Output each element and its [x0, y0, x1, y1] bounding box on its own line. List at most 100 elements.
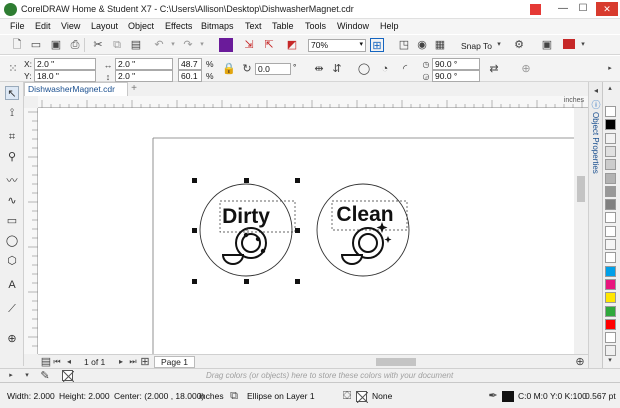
new-tab-button[interactable]: + — [128, 82, 140, 96]
menu-effects[interactable]: Effects — [165, 21, 192, 31]
dirty-magnet[interactable]: Dirty × — [192, 178, 300, 284]
application-launcher-icon[interactable]: ▣ — [540, 38, 554, 52]
horizontal-ruler[interactable]: inches — [38, 96, 588, 108]
menu-table[interactable]: Table — [272, 21, 294, 31]
import-icon[interactable]: ⇲ — [242, 38, 256, 52]
corel-connect-icon[interactable] — [219, 38, 233, 52]
clean-magnet[interactable]: Clean — [316, 183, 410, 277]
rectangle-tool-icon[interactable]: ▭ — [5, 214, 19, 228]
palette-swatch[interactable] — [605, 292, 616, 304]
color-well-options-icon[interactable]: ▸ — [6, 369, 16, 383]
undo-icon[interactable]: ↶ — [152, 38, 166, 52]
menu-text[interactable]: Text — [245, 21, 262, 31]
outline-color-swatch[interactable] — [502, 391, 514, 402]
pick-tool-icon[interactable]: ↖ — [5, 86, 19, 100]
launch-icon[interactable] — [563, 39, 575, 49]
shape-tool-icon[interactable]: ⟟ — [5, 106, 19, 120]
ellipse-mode-icon[interactable]: ◯ — [357, 62, 371, 76]
menu-help[interactable]: Help — [380, 21, 399, 31]
menu-window[interactable]: Window — [337, 21, 369, 31]
menu-tools[interactable]: Tools — [305, 21, 326, 31]
palette-swatch[interactable] — [605, 145, 616, 157]
fill-none-swatch[interactable] — [356, 391, 369, 404]
new-document-icon[interactable]: 🗋 — [10, 38, 24, 52]
pie-mode-icon[interactable]: ◔ — [378, 62, 392, 76]
full-screen-preview-icon[interactable]: ◳ — [397, 38, 411, 52]
palette-swatch[interactable] — [605, 278, 616, 290]
export-icon[interactable]: ⇱ — [262, 38, 276, 52]
drawing-canvas[interactable]: Dirty × Clean — [38, 108, 574, 354]
object-origin-icon[interactable]: ⁙ — [6, 62, 20, 76]
show-grid-icon[interactable]: ▦ — [433, 38, 447, 52]
menu-file[interactable]: File — [10, 21, 25, 31]
end-angle-field[interactable]: 90.0 ° — [432, 70, 480, 82]
options-icon[interactable]: ⚙ — [512, 38, 526, 52]
menu-layout[interactable]: Layout — [91, 21, 118, 31]
menu-bitmaps[interactable]: Bitmaps — [201, 21, 234, 31]
menu-object[interactable]: Object — [128, 21, 154, 31]
last-page-icon[interactable]: ⏭ — [128, 355, 138, 369]
start-angle-field[interactable]: 90.0 ° — [432, 58, 480, 70]
launch-dropdown-icon[interactable]: ▾ — [576, 38, 590, 52]
hints-icon[interactable]: ⓘ — [590, 98, 602, 112]
cut-icon[interactable]: ✂ — [91, 38, 105, 52]
add-preset-icon[interactable]: ⊕ — [519, 62, 533, 76]
palette-swatch[interactable] — [605, 172, 616, 184]
print-icon[interactable]: ⎙ — [68, 38, 82, 52]
page-tab[interactable]: Page 1 — [154, 356, 195, 368]
y-position-field[interactable]: 18.0 " — [34, 70, 96, 82]
previous-page-icon[interactable]: ◂ — [64, 355, 74, 369]
next-page-icon[interactable]: ▸ — [116, 355, 126, 369]
crop-tool-icon[interactable]: ⌗ — [5, 130, 19, 144]
palette-swatch[interactable] — [605, 185, 616, 197]
polygon-tool-icon[interactable]: ⬡ — [5, 254, 19, 268]
show-rulers-icon[interactable]: ◉ — [415, 38, 429, 52]
height-field[interactable]: 2.0 " — [115, 70, 173, 82]
menu-edit[interactable]: Edit — [35, 21, 51, 31]
snap-to-label[interactable]: Snap To — [461, 41, 492, 51]
rotation-field[interactable]: 0.0 — [255, 63, 291, 75]
add-tool-icon[interactable]: ⊕ — [5, 332, 19, 346]
close-button[interactable]: ✕ — [596, 2, 618, 16]
lock-ratio-icon[interactable]: 🔒 — [222, 62, 236, 76]
notification-icon[interactable] — [530, 4, 541, 15]
object-properties-docker-tab[interactable]: Object Properties — [590, 112, 600, 192]
change-direction-icon[interactable]: ⇄ — [487, 62, 501, 76]
menu-view[interactable]: View — [61, 21, 80, 31]
palette-swatch[interactable] — [605, 199, 616, 211]
zoom-to-page-icon[interactable]: ⊞ — [370, 38, 384, 52]
artistic-media-tool-icon[interactable]: ∿ — [5, 194, 19, 208]
redo-icon[interactable]: ↷ — [181, 38, 195, 52]
zoom-tool-icon[interactable]: ⚲ — [5, 150, 19, 164]
palette-swatch[interactable] — [605, 318, 616, 330]
mirror-vertical-icon[interactable]: ⇵ — [330, 62, 344, 76]
undo-dropdown-icon[interactable]: ▾ — [166, 38, 180, 52]
minimize-button[interactable]: — — [555, 2, 571, 16]
dirty-text[interactable]: Dirty — [222, 205, 270, 228]
no-color-swatch[interactable] — [62, 370, 75, 383]
text-tool-icon[interactable]: A — [5, 278, 19, 292]
docker-expand-icon[interactable]: ◂ — [590, 84, 602, 98]
freehand-tool-icon[interactable]: 〰 — [5, 174, 19, 188]
navigator-zoom-icon[interactable]: ⊕ — [574, 355, 586, 369]
copy-icon[interactable]: ⧉ — [110, 38, 124, 52]
property-bar-options-icon[interactable]: ▸ — [603, 62, 617, 76]
color-well-arrow-icon[interactable]: ▾ — [22, 369, 32, 383]
arc-mode-icon[interactable]: ◜ — [398, 62, 412, 76]
paste-icon[interactable]: ▤ — [129, 38, 143, 52]
palette-swatch[interactable] — [605, 305, 616, 317]
scale-width-field[interactable]: 48.7 — [178, 58, 202, 70]
vertical-ruler[interactable] — [24, 108, 38, 354]
fill-bucket-icon[interactable]: ⛋ — [341, 389, 353, 403]
page-options-icon[interactable]: ▤ — [40, 355, 52, 369]
eyedropper-icon[interactable]: ✎ — [40, 369, 50, 383]
publish-pdf-icon[interactable]: ◩ — [285, 38, 299, 52]
maximize-button[interactable]: ☐ — [575, 2, 591, 16]
horizontal-scrollbar-thumb[interactable] — [376, 358, 416, 366]
first-page-icon[interactable]: ⏮ — [52, 355, 62, 369]
document-tab[interactable]: DishwasherMagnet.cdr — [24, 82, 128, 96]
palette-swatch[interactable] — [605, 239, 616, 250]
width-field[interactable]: 2.0 " — [115, 58, 173, 70]
connector-tool-icon[interactable]: ⟋ — [5, 302, 19, 316]
redo-dropdown-icon[interactable]: ▾ — [195, 38, 209, 52]
